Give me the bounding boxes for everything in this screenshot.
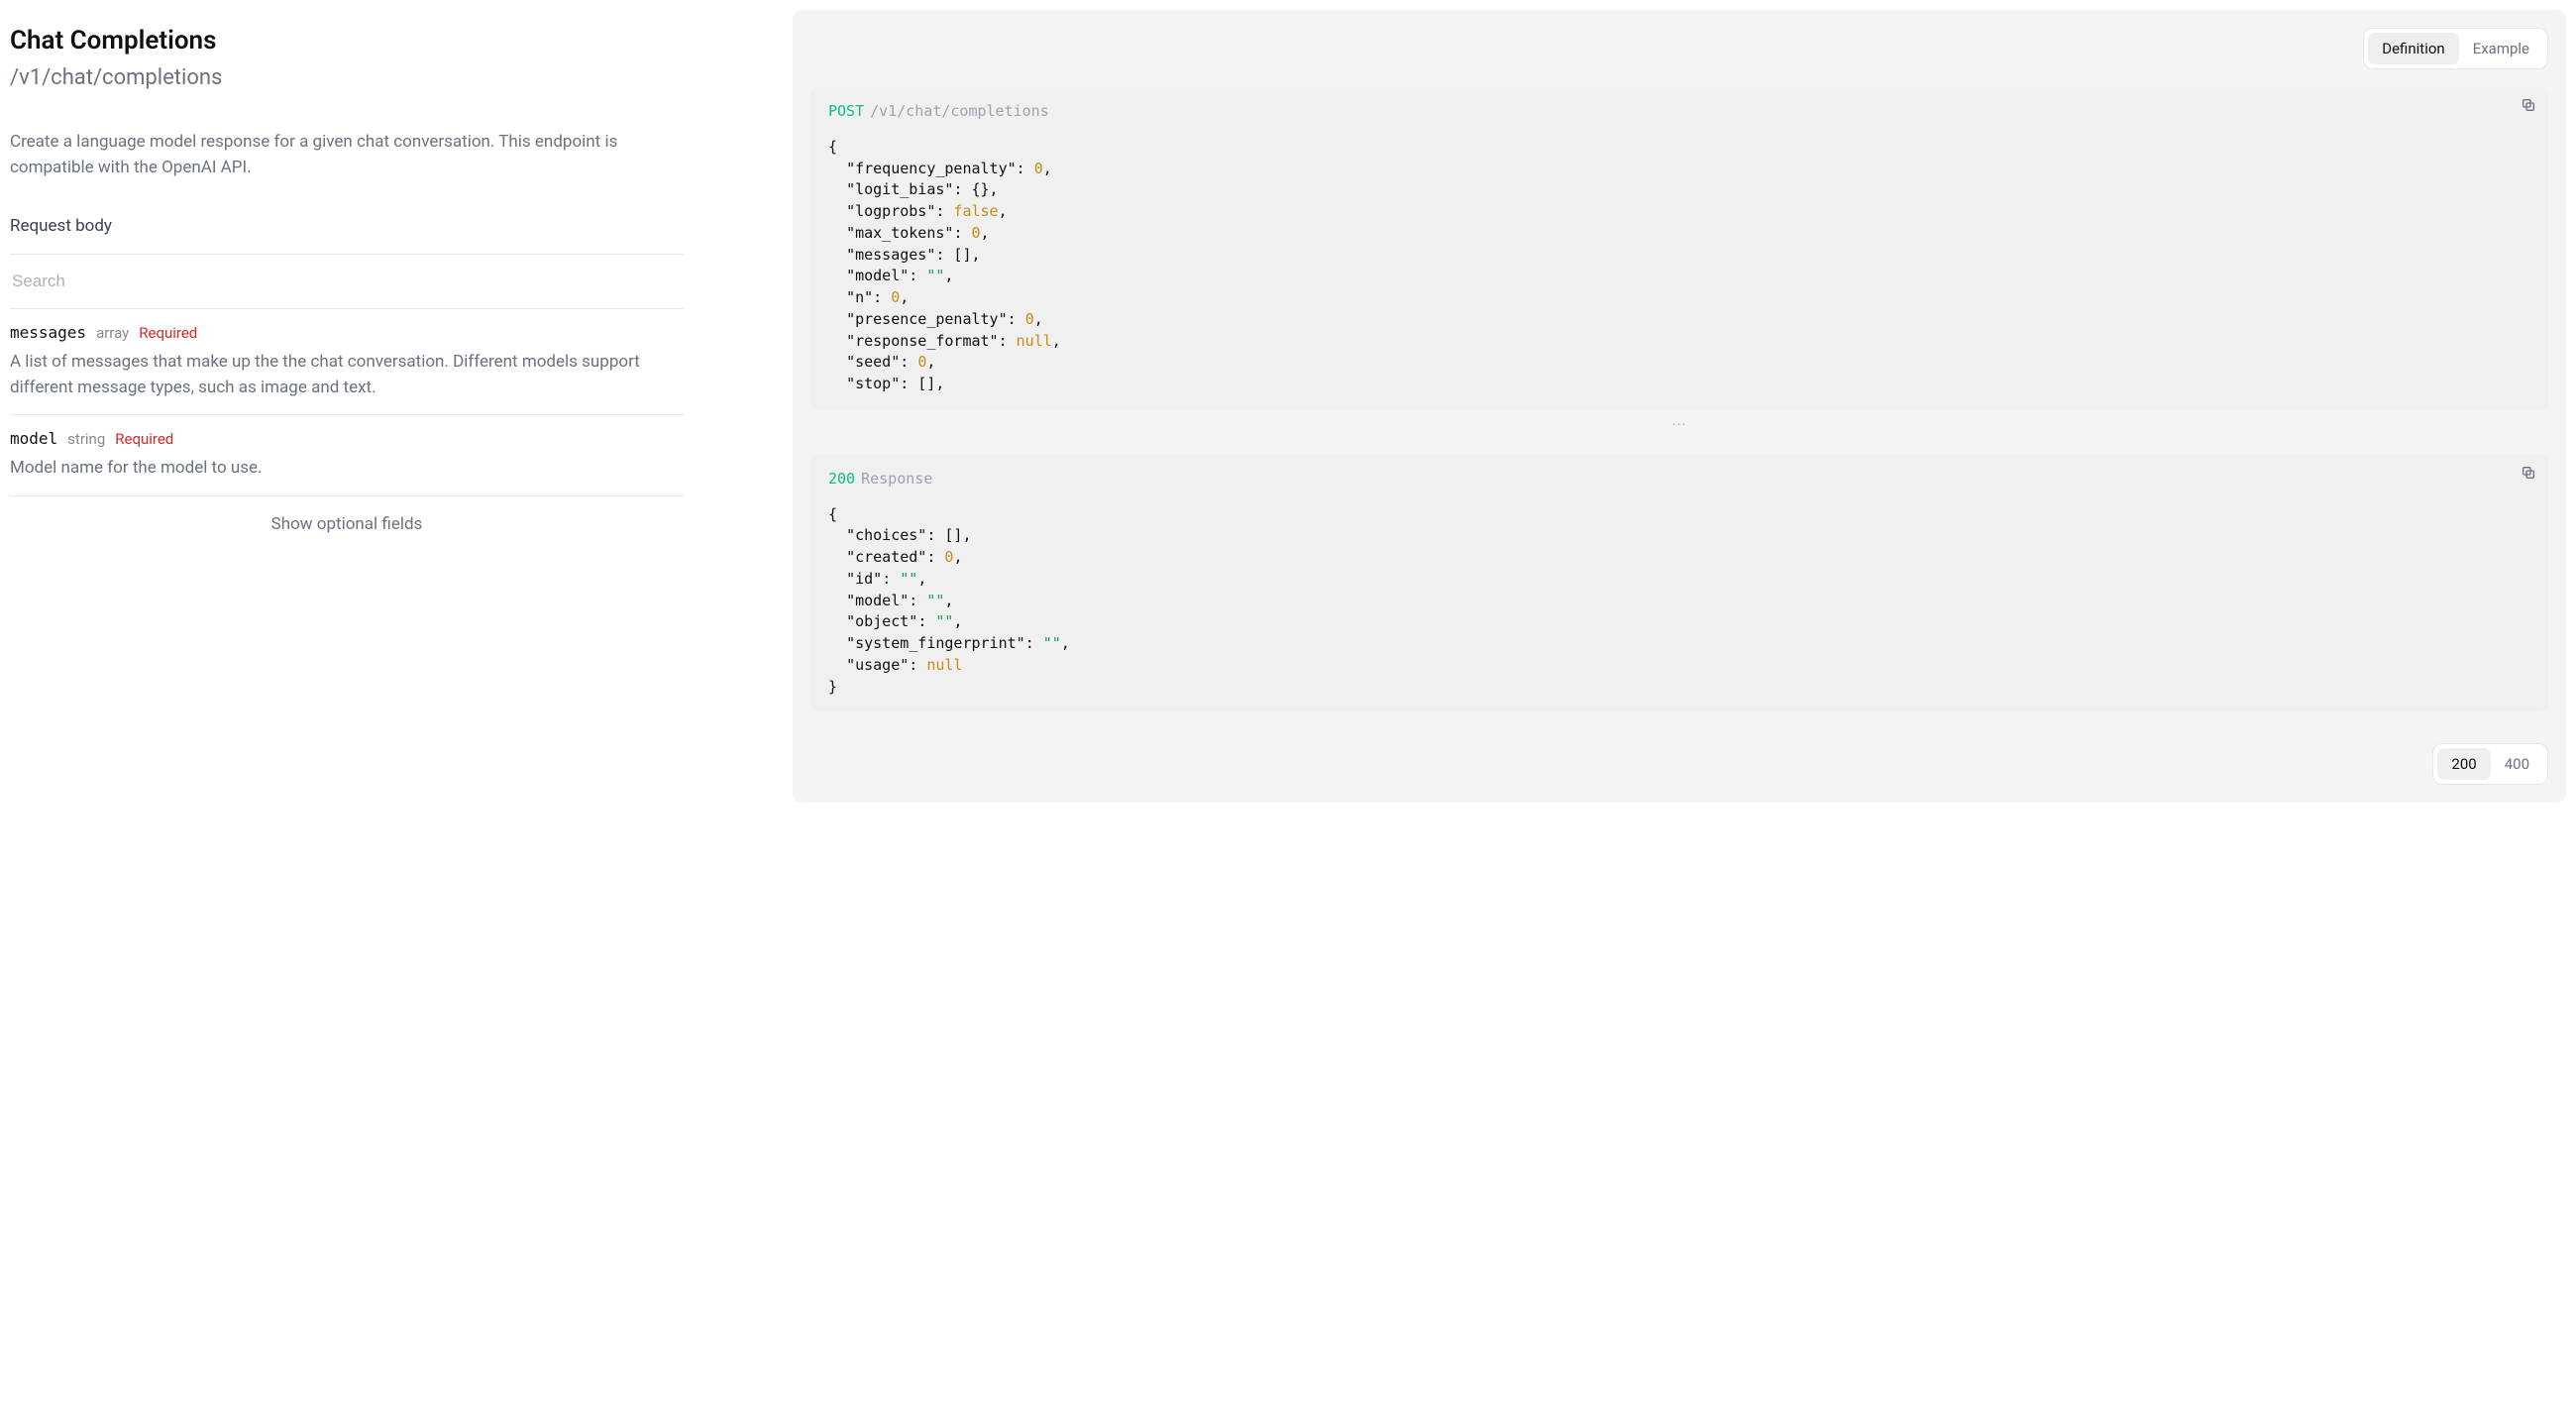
ellipsis-row[interactable]: ... [810,409,2548,435]
request-card: POST/v1/chat/completions { "frequency_pe… [810,87,2548,409]
show-optional-button[interactable]: Show optional fields [10,496,684,552]
response-body: { "choices": [], "created": 0, "id": "",… [828,504,2530,699]
request-body-heading: Request body [10,216,684,236]
param-description: Model name for the model to use. [10,456,684,482]
status-code: 200 [828,470,855,488]
tab-definition[interactable]: Definition [2368,33,2458,64]
response-line: 200 Response [828,469,2530,490]
param-name: model [10,429,57,448]
search-row [10,255,684,308]
tab-status-400[interactable]: 400 [2491,748,2543,780]
param-required: Required [139,324,197,342]
param-block: model string Required Model name for the mo… [10,415,684,495]
response-card: 200 Response { "choices": [], "created": … [810,455,2548,712]
tab-example[interactable]: Example [2459,33,2543,64]
status-tabs: 200 400 [810,713,2548,785]
copy-icon[interactable] [2521,465,2536,481]
param-type: string [67,430,105,448]
http-method: POST [828,102,864,120]
param-required: Required [115,430,173,448]
search-input[interactable] [10,271,684,292]
http-path: /v1/chat/completions [870,102,1049,120]
page-title: Chat Completions [10,26,684,55]
param-name: messages [10,323,86,342]
tab-status-200[interactable]: 200 [2437,748,2490,780]
param-type: array [96,324,129,342]
copy-icon[interactable] [2521,97,2536,113]
status-label: Response [861,470,932,488]
param-block: messages array Required A list of messages … [10,309,684,414]
view-tabs: Definition Example [810,10,2548,87]
endpoint-path: /v1/chat/completions [10,65,684,90]
doc-left-column: Chat Completions /v1/chat/completions Cr… [10,10,684,803]
right-panel: Definition Example POST/v1/chat/completi… [793,10,2566,803]
request-line: POST/v1/chat/completions [828,101,2530,123]
endpoint-description: Create a language model response for a g… [10,130,624,180]
request-body: { "frequency_penalty": 0, "logit_bias": … [828,137,2530,395]
param-description: A list of messages that make up the the … [10,350,684,400]
